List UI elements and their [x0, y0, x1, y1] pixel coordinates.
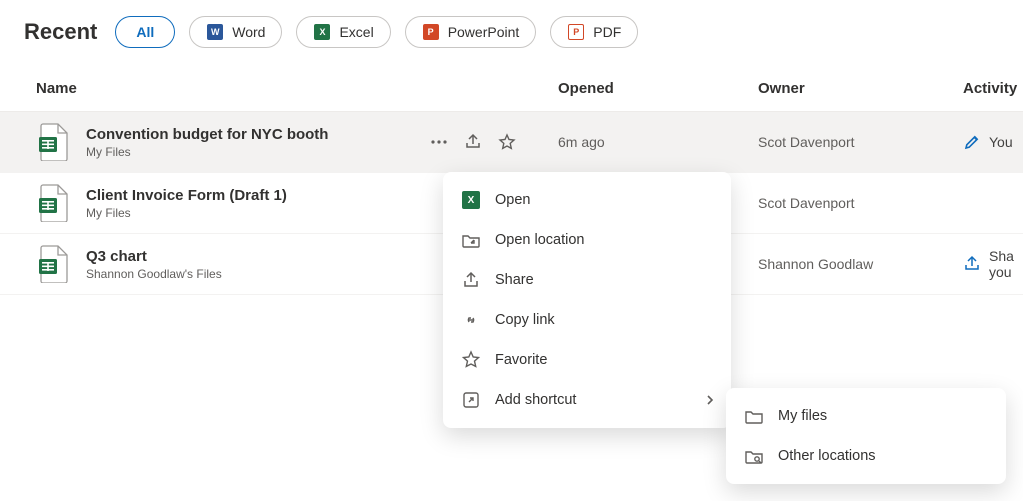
filter-word[interactable]: W Word — [189, 16, 282, 48]
column-opened[interactable]: Opened — [558, 80, 758, 97]
more-icon[interactable] — [430, 133, 448, 151]
submenu-my-files-label: My files — [778, 408, 827, 424]
column-name[interactable]: Name — [36, 80, 558, 97]
file-name: Client Invoice Form (Draft 1) — [86, 187, 287, 204]
pencil-icon — [963, 133, 981, 151]
column-activity[interactable]: Activity — [963, 80, 1017, 97]
table-row[interactable]: Convention budget for NYC booth My Files… — [0, 112, 1023, 173]
share-icon[interactable] — [464, 133, 482, 151]
column-owner[interactable]: Owner — [758, 80, 963, 97]
menu-share[interactable]: Share — [443, 260, 731, 300]
word-icon: W — [206, 23, 224, 41]
file-location: My Files — [86, 145, 328, 159]
header: Recent All W Word X Excel P PowerPoint P… — [0, 0, 1023, 66]
filter-pdf[interactable]: P PDF — [550, 16, 638, 48]
menu-copy-link[interactable]: Copy link — [443, 300, 731, 340]
filter-powerpoint[interactable]: P PowerPoint — [405, 16, 537, 48]
submenu-other-locations-label: Other locations — [778, 448, 876, 464]
filter-excel[interactable]: X Excel — [296, 16, 390, 48]
submenu-other-locations[interactable]: Other locations — [726, 436, 1006, 476]
excel-file-icon — [36, 183, 70, 223]
powerpoint-icon: P — [422, 23, 440, 41]
filter-pdf-label: PDF — [593, 24, 621, 40]
owner-cell: Scot Davenport — [758, 134, 963, 150]
menu-copy-link-label: Copy link — [495, 312, 555, 328]
file-location: Shannon Goodlaw's Files — [86, 267, 222, 281]
filter-excel-label: Excel — [339, 24, 373, 40]
share-activity-icon — [963, 255, 981, 273]
menu-open-location[interactable]: Open location — [443, 220, 731, 260]
menu-open[interactable]: X Open — [443, 180, 731, 220]
row-actions — [430, 133, 516, 151]
excel-icon: X — [313, 23, 331, 41]
excel-file-icon — [36, 244, 70, 284]
menu-favorite[interactable]: Favorite — [443, 340, 731, 380]
filter-word-label: Word — [232, 24, 265, 40]
owner-cell: Shannon Goodlaw — [758, 256, 963, 272]
activity-cell: You — [963, 133, 1013, 151]
file-name: Q3 chart — [86, 248, 222, 265]
star-icon — [461, 350, 481, 370]
opened-cell: 6m ago — [558, 134, 758, 150]
activity-text: You — [989, 134, 1013, 150]
share-icon — [461, 270, 481, 290]
menu-share-label: Share — [495, 272, 534, 288]
shortcut-icon — [461, 390, 481, 410]
excel-app-icon: X — [461, 190, 481, 210]
menu-add-shortcut-label: Add shortcut — [495, 392, 576, 408]
submenu-my-files[interactable]: My files — [726, 396, 1006, 436]
menu-open-location-label: Open location — [495, 232, 584, 248]
file-location: My Files — [86, 206, 287, 220]
folder-icon — [744, 406, 764, 426]
menu-add-shortcut[interactable]: Add shortcut — [443, 380, 731, 420]
recent-title: Recent — [24, 19, 97, 45]
filter-all-label: All — [136, 24, 154, 40]
folder-search-icon — [744, 446, 764, 466]
menu-open-label: Open — [495, 192, 530, 208]
folder-open-icon — [461, 230, 481, 250]
file-name: Convention budget for NYC booth — [86, 126, 328, 143]
filter-all[interactable]: All — [115, 16, 175, 48]
owner-cell: Scot Davenport — [758, 195, 963, 211]
menu-favorite-label: Favorite — [495, 352, 547, 368]
filter-powerpoint-label: PowerPoint — [448, 24, 520, 40]
link-icon — [461, 310, 481, 330]
pdf-icon: P — [567, 23, 585, 41]
context-menu: X Open Open location Share Copy link Fav… — [443, 172, 731, 428]
excel-file-icon — [36, 122, 70, 162]
favorite-icon[interactable] — [498, 133, 516, 151]
chevron-right-icon — [703, 393, 717, 407]
submenu: My files Other locations — [726, 388, 1006, 484]
activity-text: Sha you — [989, 248, 1014, 280]
table-header-row: Name Opened Owner Activity — [0, 66, 1023, 112]
activity-cell: Sha you — [963, 248, 1014, 280]
